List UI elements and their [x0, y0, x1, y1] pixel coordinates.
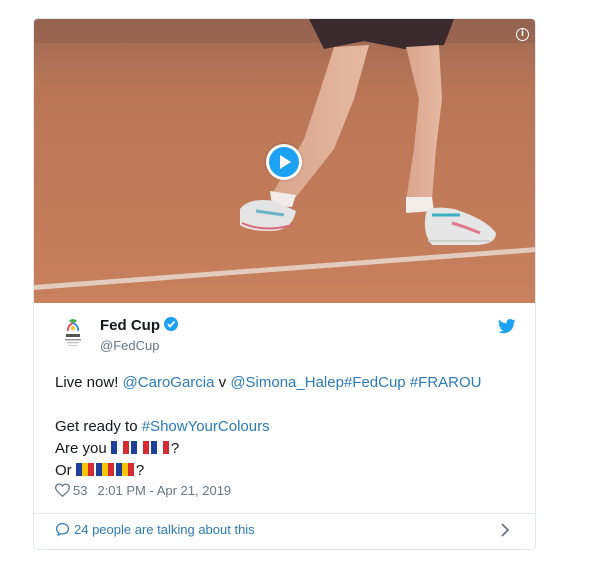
tweet-meta: 53 2:01 PM - Apr 21, 2019 — [54, 483, 231, 498]
hashtag-frarou[interactable]: #FRAROU — [410, 374, 482, 391]
comment-icon — [55, 522, 70, 537]
timestamp[interactable]: 2:01 PM - Apr 21, 2019 — [97, 483, 231, 498]
like-count: 53 — [73, 483, 88, 498]
flag-france-icon — [110, 441, 129, 454]
tweet-body: Live now! @CaroGarcia v @Simona_Halep#Fe… — [55, 372, 525, 482]
hashtag-showyourcolours[interactable]: #ShowYourColours — [142, 418, 270, 435]
conversation-label[interactable]: 24 people are talking about this — [74, 522, 255, 537]
flag-france-icon — [150, 441, 169, 454]
mention-carogarcia[interactable]: @CaroGarcia — [123, 374, 215, 391]
divider — [34, 513, 535, 514]
twitter-bird-icon[interactable] — [497, 319, 516, 339]
fed-cup-logo-icon[interactable] — [60, 317, 86, 349]
play-icon — [269, 147, 299, 177]
info-icon[interactable]: i — [516, 28, 529, 41]
play-button[interactable] — [266, 144, 302, 180]
author-handle[interactable]: @FedCup — [100, 338, 159, 353]
tweet-line-3: Are you ? — [55, 440, 180, 457]
video-thumbnail[interactable]: i — [34, 19, 535, 303]
conversation-link[interactable]: 24 people are talking about this — [55, 522, 255, 537]
mention-simona-halep[interactable]: @Simona_Halep — [230, 374, 344, 391]
heart-icon — [54, 483, 71, 498]
flag-romania-icon — [75, 463, 94, 476]
tweet-line-2: Get ready to #ShowYourColours — [55, 418, 270, 435]
tweet-line-1: Live now! @CaroGarcia v @Simona_Halep#Fe… — [55, 374, 482, 391]
flag-romania-icon — [95, 463, 114, 476]
flag-france-icon — [130, 441, 149, 454]
author-name-text[interactable]: Fed Cup — [100, 317, 160, 334]
tweet-card[interactable]: i Fed Cup @FedCup Live now! @CaroGarcia … — [33, 18, 536, 550]
verified-badge-icon — [164, 317, 178, 331]
chevron-right-icon[interactable] — [500, 522, 510, 543]
tweet-line-4: Or ? — [55, 462, 145, 479]
author-name[interactable]: Fed Cup — [100, 317, 178, 334]
flag-romania-icon — [115, 463, 134, 476]
hashtag-fedcup[interactable]: #FedCup — [344, 374, 406, 391]
like-button[interactable]: 53 — [54, 483, 88, 498]
